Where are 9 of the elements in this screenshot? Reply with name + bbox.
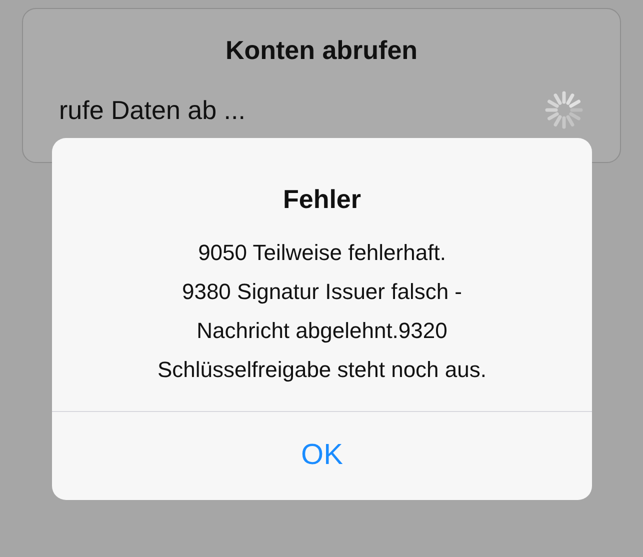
ok-button[interactable]: OK [52, 412, 592, 500]
alert-title: Fehler [282, 183, 362, 216]
alert-message: 9050 Teilweise fehlerhaft. [198, 239, 446, 267]
alert-message: Schlüsselfreigabe steht noch aus. [158, 356, 486, 384]
status-text: rufe Daten ab ... [59, 94, 246, 126]
alert-message: Nachricht abgelehnt.9320 [196, 317, 448, 345]
spinner-icon [544, 90, 584, 130]
panel-title: Konten abrufen [224, 34, 419, 67]
alert-message: 9380 Signatur Issuer falsch - [182, 278, 462, 306]
